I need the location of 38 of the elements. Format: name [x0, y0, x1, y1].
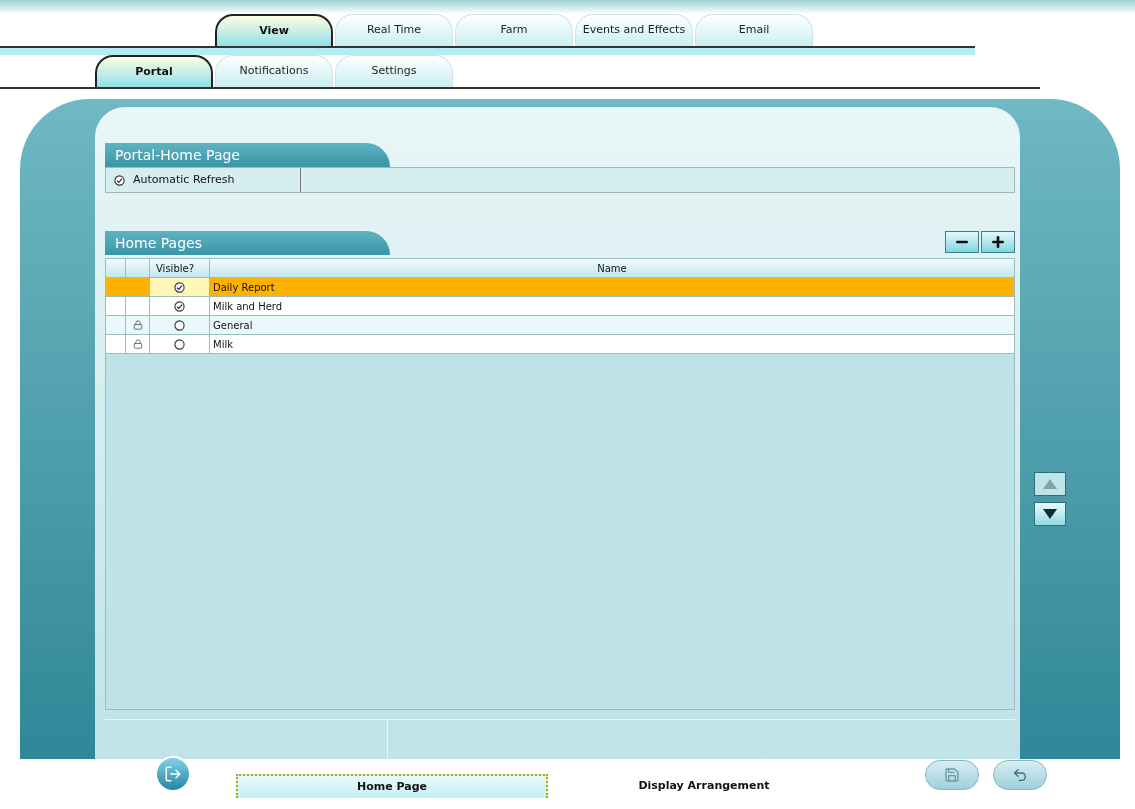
- section-header: Portal-Home Page: [105, 143, 390, 167]
- unchecked-icon[interactable]: [174, 319, 185, 331]
- tab[interactable]: View: [215, 14, 333, 46]
- tab[interactable]: Home Page: [236, 774, 548, 798]
- tab[interactable]: Farm: [455, 14, 573, 46]
- table-row[interactable]: Milk and Herd: [106, 297, 1014, 316]
- save-icon: [944, 767, 960, 783]
- exit-icon: [164, 765, 182, 783]
- down-triangle-icon: [1043, 509, 1057, 519]
- undo-icon: [1012, 767, 1028, 783]
- save-button[interactable]: [925, 760, 979, 790]
- table-row[interactable]: General: [106, 316, 1014, 335]
- plus-icon: [990, 234, 1006, 250]
- table-cell-text: Daily Report: [212, 280, 276, 295]
- checked-icon[interactable]: [114, 174, 125, 186]
- section-header: Home Pages: [105, 231, 390, 255]
- tab[interactable]: Portal: [95, 55, 213, 87]
- checked-icon[interactable]: [174, 300, 185, 312]
- undo-button[interactable]: [993, 760, 1047, 790]
- column-header[interactable]: Name: [210, 259, 1014, 277]
- table-cell-text: General: [212, 318, 254, 333]
- unchecked-icon[interactable]: [174, 338, 185, 350]
- tab[interactable]: Email: [695, 14, 813, 46]
- table-row[interactable]: Daily Report: [106, 278, 1014, 297]
- remove-button[interactable]: [945, 231, 979, 253]
- up-triangle-icon: [1043, 479, 1057, 489]
- table-cell-text: Milk and Herd: [212, 299, 284, 314]
- table-cell-text: Milk: [212, 337, 234, 352]
- tab[interactable]: Settings: [335, 55, 453, 87]
- add-button[interactable]: [981, 231, 1015, 253]
- checked-icon[interactable]: [174, 281, 185, 293]
- tab[interactable]: Events and Effects: [575, 14, 693, 46]
- automatic-refresh-option[interactable]: Automatic Refresh: [106, 168, 301, 192]
- column-header[interactable]: Visible?: [150, 259, 210, 277]
- tab[interactable]: Notifications: [215, 55, 333, 87]
- move-down-button[interactable]: [1034, 502, 1066, 526]
- tab[interactable]: Real Time: [335, 14, 453, 46]
- table-row[interactable]: Milk: [106, 335, 1014, 354]
